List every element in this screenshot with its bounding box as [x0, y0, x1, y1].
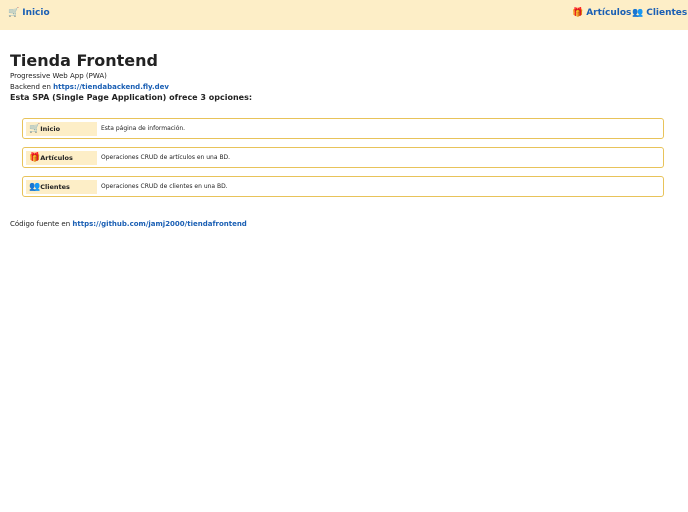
- nav-link-articulos-label: Artículos: [586, 8, 632, 18]
- gift-icon: 🎁: [29, 152, 41, 163]
- top-navbar: 🛒 Inicio 🎁 Artículos 👥 Clientes: [0, 0, 688, 30]
- source-prefix: Código fuente en: [10, 220, 73, 228]
- nav-link-articulos[interactable]: 🎁 Artículos: [572, 8, 631, 18]
- backend-line: Backend en https://tiendabackend.fly.dev: [10, 83, 169, 91]
- users-icon: 👥: [29, 181, 41, 192]
- backend-prefix: Backend en: [10, 83, 54, 91]
- users-icon: 👥: [632, 7, 644, 18]
- source-code-link[interactable]: https://github.com/jamj2000/tiendafronte…: [72, 220, 246, 228]
- option-card-articulos: 🎁 Artículos Operaciones CRUD de artículos…: [22, 147, 664, 168]
- nav-link-inicio-label: Inicio: [22, 8, 50, 18]
- nav-link-inicio[interactable]: 🛒 Inicio: [8, 8, 50, 18]
- intro-text: Esta SPA (Single Page Application) ofrec…: [10, 93, 253, 102]
- backend-link[interactable]: https://tiendabackend.fly.dev: [53, 83, 169, 91]
- option-label-text: Clientes: [40, 183, 70, 191]
- nav-link-clientes-label: Clientes: [646, 8, 688, 18]
- cart-icon: 🛒: [8, 7, 20, 18]
- option-description: Operaciones CRUD de clientes en una BD.: [101, 183, 228, 190]
- option-card-inicio: 🛒 Inicio Esta página de información.: [22, 118, 664, 139]
- option-label-clientes: 👥 Clientes: [26, 180, 97, 194]
- option-label-text: Artículos: [40, 154, 73, 162]
- gift-icon: 🎁: [572, 7, 584, 18]
- option-description: Esta página de información.: [101, 125, 186, 132]
- cart-icon: 🛒: [29, 123, 41, 134]
- option-description: Operaciones CRUD de artículos en una BD.: [101, 154, 231, 161]
- source-line: Código fuente en https://github.com/jamj…: [10, 220, 247, 228]
- option-label-inicio: 🛒 Inicio: [26, 122, 97, 136]
- page-subtitle: Progressive Web App (PWA): [10, 72, 107, 80]
- option-label-articulos: 🎁 Artículos: [26, 151, 97, 165]
- page-title: Tienda Frontend: [10, 51, 158, 70]
- option-card-clientes: 👥 Clientes Operaciones CRUD de clientes e…: [22, 176, 664, 197]
- nav-link-clientes[interactable]: 👥 Clientes: [632, 8, 687, 18]
- option-label-text: Inicio: [40, 125, 61, 133]
